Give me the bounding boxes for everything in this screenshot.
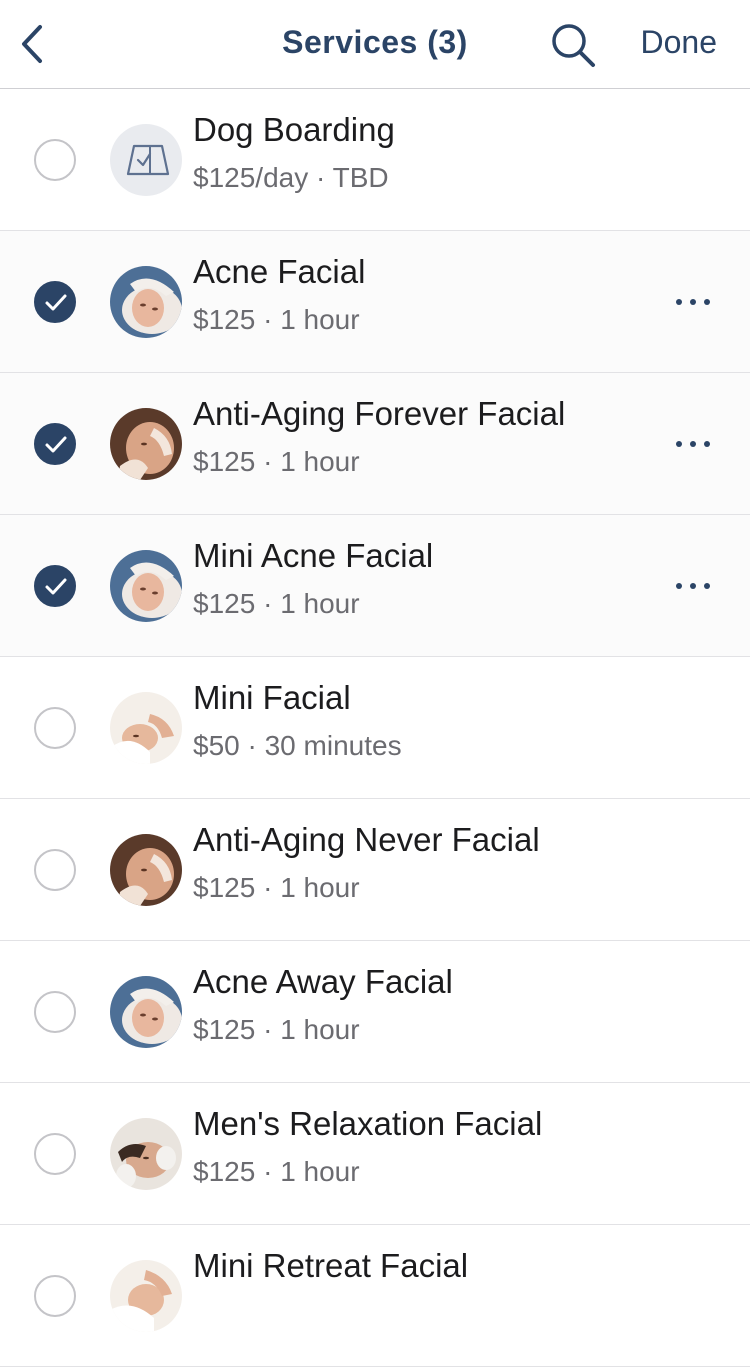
service-duration: 1 hour xyxy=(280,1014,360,1045)
more-dot-icon xyxy=(704,582,710,589)
service-price: $125 xyxy=(193,1014,256,1045)
checkmark-icon xyxy=(45,294,67,310)
service-row[interactable]: Anti-Aging Forever Facial $125 · 1 hour xyxy=(0,373,750,515)
more-dot-icon xyxy=(690,440,696,447)
service-row[interactable]: Acne Away Facial $125 · 1 hour xyxy=(0,941,750,1083)
service-duration: 30 minutes xyxy=(264,730,402,761)
more-dot-icon xyxy=(704,440,710,447)
more-dot-icon xyxy=(690,298,696,305)
service-row[interactable]: Mini Retreat Facial xyxy=(0,1225,750,1367)
service-row[interactable]: Acne Facial $125 · 1 hour xyxy=(0,231,750,373)
more-dot-icon xyxy=(704,298,710,305)
service-meta: $125 · 1 hour xyxy=(193,1014,360,1045)
service-name: Anti-Aging Forever Facial xyxy=(193,395,566,432)
service-price: $125/day xyxy=(193,162,309,193)
service-price: $125 xyxy=(193,304,256,335)
facial-photo-icon xyxy=(110,1117,182,1190)
facial-photo-icon xyxy=(110,1259,182,1332)
service-meta: $125 · 1 hour xyxy=(193,872,360,903)
service-duration: 1 hour xyxy=(280,588,360,619)
service-duration: TBD xyxy=(332,162,389,193)
more-options-button[interactable] xyxy=(676,294,710,310)
done-button[interactable]: Done xyxy=(641,24,718,61)
service-duration: 1 hour xyxy=(280,304,360,335)
service-checkbox[interactable] xyxy=(34,1274,76,1317)
service-name: Acne Facial xyxy=(193,253,366,290)
services-list: Dog Boarding $125/day · TBD Acne Facial … xyxy=(0,89,750,1367)
service-checkbox[interactable] xyxy=(34,1132,76,1175)
service-price: $125 xyxy=(193,446,256,477)
search-button[interactable] xyxy=(548,20,598,70)
service-row[interactable]: Men's Relaxation Facial $125 · 1 hour xyxy=(0,1083,750,1225)
service-name: Anti-Aging Never Facial xyxy=(193,821,540,858)
service-checkbox[interactable] xyxy=(34,706,76,749)
search-icon xyxy=(552,24,595,67)
back-button[interactable] xyxy=(14,22,50,66)
service-name: Men's Relaxation Facial xyxy=(193,1105,543,1142)
service-checkbox[interactable] xyxy=(34,280,76,323)
service-price: $125 xyxy=(193,872,256,903)
facial-photo-icon xyxy=(110,833,182,906)
service-checkbox[interactable] xyxy=(34,564,76,607)
service-row[interactable]: Dog Boarding $125/day · TBD xyxy=(0,89,750,231)
service-thumbnail xyxy=(110,833,182,906)
facial-photo-icon xyxy=(110,691,182,764)
service-thumbnail xyxy=(110,123,182,196)
service-name: Mini Acne Facial xyxy=(193,537,434,574)
service-meta: $125/day · TBD xyxy=(193,162,389,193)
service-thumbnail xyxy=(110,691,182,764)
page-title: Services (3) xyxy=(282,24,468,60)
service-price: $50 xyxy=(193,730,240,761)
service-checkbox[interactable] xyxy=(34,422,76,465)
facial-photo-icon xyxy=(110,975,182,1048)
more-options-button[interactable] xyxy=(676,578,710,594)
service-checkbox[interactable] xyxy=(34,848,76,891)
service-thumbnail xyxy=(110,549,182,622)
service-row[interactable]: Mini Facial $50 · 30 minutes xyxy=(0,657,750,799)
service-row[interactable]: Anti-Aging Never Facial $125 · 1 hour xyxy=(0,799,750,941)
service-duration: 1 hour xyxy=(280,446,360,477)
checkmark-icon xyxy=(45,578,67,594)
more-dot-icon xyxy=(676,582,682,589)
service-meta: $50 · 30 minutes xyxy=(193,730,402,761)
checklist-icon xyxy=(126,144,170,175)
service-meta: $125 · 1 hour xyxy=(193,304,360,335)
service-price: $125 xyxy=(193,1156,256,1187)
facial-photo-icon xyxy=(110,265,182,338)
service-thumbnail xyxy=(110,407,182,480)
chevron-left-icon xyxy=(22,25,42,63)
facial-photo-icon xyxy=(110,549,182,622)
checkmark-icon xyxy=(45,436,67,452)
service-thumbnail xyxy=(110,265,182,338)
facial-photo-icon xyxy=(110,407,182,480)
service-meta: $125 · 1 hour xyxy=(193,1156,360,1187)
service-name: Mini Retreat Facial xyxy=(193,1247,469,1284)
service-thumbnail xyxy=(110,1117,182,1190)
service-duration: 1 hour xyxy=(280,872,360,903)
service-row[interactable]: Mini Acne Facial $125 · 1 hour xyxy=(0,515,750,657)
service-thumbnail xyxy=(110,975,182,1048)
service-meta: $125 · 1 hour xyxy=(193,446,360,477)
more-dot-icon xyxy=(676,440,682,447)
service-price: $125 xyxy=(193,588,256,619)
service-name: Dog Boarding xyxy=(193,111,395,148)
more-options-button[interactable] xyxy=(676,436,710,452)
service-checkbox[interactable] xyxy=(34,990,76,1033)
service-checkbox[interactable] xyxy=(34,138,76,181)
service-name: Mini Facial xyxy=(193,679,351,716)
more-dot-icon xyxy=(690,582,696,589)
service-meta: $125 · 1 hour xyxy=(193,588,360,619)
service-duration: 1 hour xyxy=(280,1156,360,1187)
service-thumbnail xyxy=(110,1259,182,1332)
service-name: Acne Away Facial xyxy=(193,963,453,1000)
nav-bar: Services (3) Done xyxy=(0,0,750,89)
more-dot-icon xyxy=(676,298,682,305)
